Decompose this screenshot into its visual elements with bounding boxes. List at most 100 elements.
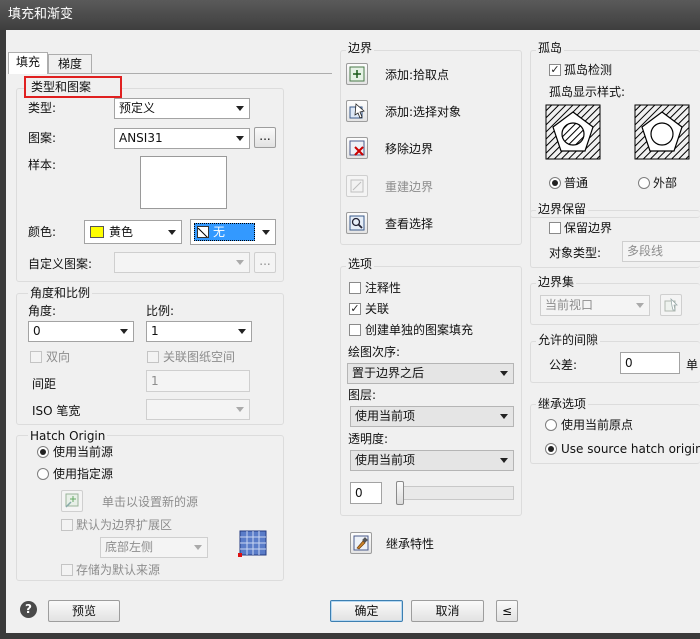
type-select[interactable]: 预定义 — [114, 98, 250, 119]
pattern-browse-label: ... — [259, 129, 271, 143]
collapse-glyph: ≤ — [501, 604, 513, 618]
chevron-down-icon — [168, 230, 176, 235]
separate-hatches-label: 创建单独的图案填充 — [365, 323, 474, 337]
chevron-down-icon — [500, 371, 508, 376]
tab-gradient[interactable]: 梯度 — [48, 54, 92, 73]
recreate-boundary-label: 重建边界 — [385, 180, 434, 194]
tab-hatch-label: 填充 — [15, 55, 40, 69]
use-specified-origin-radio[interactable] — [37, 468, 49, 480]
relative-paper-checkbox[interactable] — [147, 351, 159, 363]
island-style-label: 孤岛显示样式: — [549, 85, 626, 99]
transparency-slider-track[interactable] — [398, 486, 514, 500]
custom-pattern-select[interactable] — [114, 252, 250, 273]
background-color-value: 无 — [213, 225, 226, 239]
cancel-button-label: 取消 — [435, 604, 460, 618]
layer-select-value: 使用当前项 — [355, 409, 416, 423]
custom-browse-label: ... — [259, 254, 271, 268]
spacing-label: 间距 — [32, 377, 57, 391]
iso-pen-width-select[interactable] — [146, 399, 250, 420]
remove-boundaries-button[interactable] — [346, 137, 368, 159]
background-color-select[interactable]: 无 — [190, 219, 276, 245]
color-select-value: 黄色 — [109, 225, 134, 239]
set-origin-button[interactable] — [61, 490, 83, 512]
pattern-browse-button[interactable]: ... — [254, 127, 276, 148]
view-selections-button[interactable] — [346, 212, 368, 234]
separate-hatches-checkbox[interactable] — [349, 324, 361, 336]
island-normal-label: 普通 — [564, 176, 589, 190]
add-pick-points-button[interactable] — [346, 63, 368, 85]
layer-select[interactable]: 使用当前项 — [350, 406, 514, 427]
boundary-set-select[interactable]: 当前视口 — [540, 295, 650, 316]
island-outer-label: 外部 — [653, 176, 678, 190]
island-detection-checkbox[interactable]: ✓ — [549, 64, 561, 76]
inherit-source-origin-radio[interactable] — [545, 443, 557, 455]
add-select-objects-button[interactable] — [346, 100, 368, 122]
layer-label: 图层: — [348, 388, 377, 402]
scale-select[interactable]: 1 — [146, 321, 252, 342]
set-origin-label: 单击以设置新的源 — [102, 495, 199, 509]
new-boundary-set-button[interactable] — [660, 294, 682, 316]
tab-hatch[interactable]: 填充 — [8, 52, 48, 74]
chevron-down-icon — [262, 230, 270, 235]
recreate-boundary-button[interactable] — [346, 175, 368, 197]
custom-pattern-browse-button[interactable]: ... — [254, 252, 276, 273]
options-title: 选项 — [346, 256, 375, 272]
angle-select-value: 0 — [33, 324, 41, 338]
pattern-label: 图案: — [28, 131, 57, 145]
annotative-checkbox[interactable] — [349, 282, 361, 294]
remove-boundary-icon — [349, 140, 365, 156]
tab-gradient-label: 梯度 — [57, 57, 82, 71]
custom-pattern-label: 自定义图案: — [28, 257, 93, 271]
preview-button[interactable]: 预览 — [48, 600, 120, 622]
inherit-properties-label: 继承特性 — [386, 537, 435, 551]
object-type-label: 对象类型: — [549, 246, 602, 260]
help-icon[interactable]: ? — [20, 601, 37, 618]
transparency-number: 0 — [355, 486, 363, 500]
retain-boundaries-checkbox[interactable] — [549, 222, 561, 234]
chevron-down-icon — [120, 329, 128, 334]
recreate-boundary-icon — [350, 179, 364, 193]
transparency-select-value: 使用当前项 — [355, 453, 416, 467]
store-default-checkbox[interactable] — [61, 564, 73, 576]
island-normal-preview[interactable] — [545, 104, 601, 160]
island-outer-radio[interactable] — [638, 177, 650, 189]
cancel-button[interactable]: 取消 — [411, 600, 484, 622]
color-select[interactable]: 黄色 — [84, 220, 182, 244]
use-current-origin-label: 使用当前源 — [53, 445, 114, 459]
inherit-properties-button[interactable] — [350, 532, 372, 554]
associative-checkbox[interactable]: ✓ — [349, 303, 361, 315]
chevron-down-icon — [194, 545, 202, 550]
draw-order-select[interactable]: 置于边界之后 — [347, 363, 514, 384]
transparency-select[interactable]: 使用当前项 — [350, 450, 514, 471]
boundaries-title: 边界 — [346, 40, 375, 56]
no-color-icon — [197, 226, 209, 238]
angle-select[interactable]: 0 — [28, 321, 134, 342]
type-pattern-title: 类型和图案 — [24, 76, 122, 98]
chevron-down-icon — [236, 407, 244, 412]
associative-label: 关联 — [365, 302, 390, 316]
island-normal-radio[interactable] — [549, 177, 561, 189]
type-select-value: 预定义 — [119, 101, 156, 115]
store-default-label: 存储为默认来源 — [76, 563, 161, 577]
default-extent-checkbox[interactable] — [61, 519, 73, 531]
origin-position-select[interactable]: 底部左侧 — [100, 537, 208, 558]
tolerance-input[interactable]: 0 — [620, 352, 680, 374]
origin-grid-icon — [238, 530, 267, 557]
pattern-select[interactable]: ANSI31 — [114, 128, 250, 149]
view-selection-icon — [349, 215, 365, 231]
chevron-down-icon — [500, 414, 508, 419]
pattern-swatch[interactable] — [140, 156, 227, 209]
spacing-input[interactable]: 1 — [146, 370, 250, 392]
chevron-down-icon — [236, 136, 244, 141]
transparency-value-input[interactable]: 0 — [350, 482, 382, 504]
collapse-more-options-button[interactable]: ≤ — [496, 600, 518, 622]
object-type-select[interactable]: 多段线 — [622, 241, 700, 262]
tolerance-unit-label: 单 — [686, 358, 699, 372]
island-outer-preview[interactable] — [634, 104, 690, 160]
double-checkbox[interactable] — [30, 351, 42, 363]
use-current-origin-radio[interactable] — [37, 446, 49, 458]
ok-button[interactable]: 确定 — [330, 600, 403, 622]
transparency-slider-thumb[interactable] — [396, 481, 404, 505]
island-outer-icon — [634, 104, 690, 160]
inherit-current-origin-radio[interactable] — [545, 419, 557, 431]
